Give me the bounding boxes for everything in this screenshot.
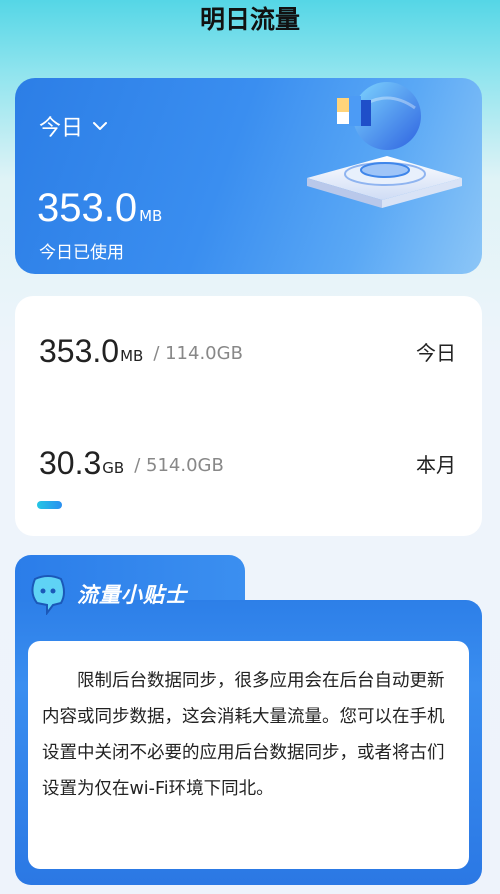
- usage-row-total: / 114.0GB: [153, 343, 243, 364]
- data-globe-illustration: [307, 82, 462, 208]
- usage-row-unit: GB: [102, 459, 125, 477]
- usage-row-today: 353.0 MB / 114.0GB 今日: [39, 324, 456, 368]
- usage-stats-card: 353.0 MB / 114.0GB 今日 30.3 GB / 514.0GB …: [15, 296, 482, 536]
- period-selector[interactable]: 今日: [39, 110, 109, 142]
- chat-bell-icon: [31, 575, 65, 615]
- usage-row-unit: MB: [120, 347, 144, 365]
- tips-content-box: 限制后台数据同步，很多应用会在后台自动更新内容或同步数据，这会消耗大量流量。您可…: [28, 641, 469, 869]
- usage-row-label: 今日: [416, 341, 456, 365]
- page-title: 明日流量: [199, 5, 300, 34]
- usage-row-value: 30.3: [39, 445, 102, 481]
- usage-row-total: / 514.0GB: [134, 455, 224, 476]
- usage-row-label: 本月: [416, 453, 456, 477]
- usage-amount: 353.0 MB: [37, 186, 162, 231]
- progress-fill: [37, 501, 62, 509]
- tips-title: 流量小贴士: [77, 583, 187, 607]
- usage-row-value: 353.0: [39, 333, 120, 369]
- usage-row-month: 30.3 GB / 514.0GB 本月: [39, 436, 456, 480]
- period-label: 今日: [39, 116, 84, 141]
- usage-unit: MB: [139, 207, 163, 225]
- usage-hero-card: 今日 353.0 MB 今日已使用: [15, 78, 482, 274]
- tips-header: 流量小贴士: [27, 573, 187, 615]
- usage-caption: 今日已使用: [39, 243, 124, 263]
- chevron-down-icon: [93, 122, 108, 130]
- usage-value: 353.0: [37, 186, 138, 230]
- monthly-usage-progress: [37, 501, 448, 509]
- tips-text: 限制后台数据同步，很多应用会在后台自动更新内容或同步数据，这会消耗大量流量。您可…: [42, 671, 445, 799]
- traffic-tips-card: 流量小贴士 限制后台数据同步，很多应用会在后台自动更新内容或同步数据，这会消耗大…: [15, 555, 482, 885]
